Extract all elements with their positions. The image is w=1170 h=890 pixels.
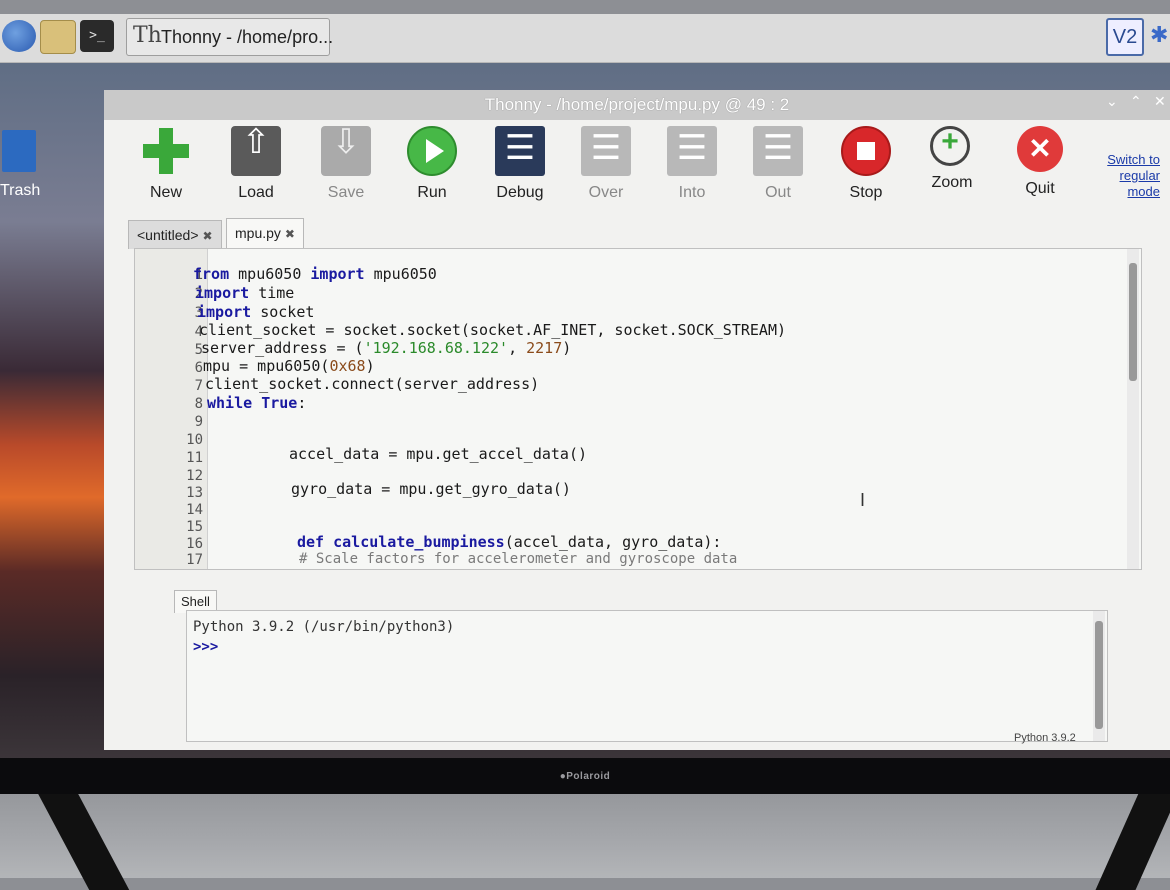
- quit-icon: [1017, 126, 1063, 172]
- trash-icon[interactable]: [2, 130, 36, 172]
- load-label: Load: [238, 184, 274, 201]
- run-icon: [407, 126, 457, 176]
- window-titlebar[interactable]: Thonny - /home/project/mpu.py @ 49 : 2 ⌄…: [104, 90, 1170, 120]
- thonny-window: Thonny - /home/project/mpu.py @ 49 : 2 ⌄…: [104, 90, 1170, 750]
- tab-mpu-py[interactable]: mpu.py ✖: [226, 218, 304, 249]
- tab-label: mpu.py: [235, 225, 281, 241]
- editor-scrollbar[interactable]: [1127, 249, 1139, 569]
- minimize-button[interactable]: ⌄: [1106, 93, 1118, 110]
- maximize-button[interactable]: ⌃: [1130, 93, 1142, 110]
- bluetooth-icon[interactable]: ✱: [1150, 22, 1168, 48]
- debug-icon: [495, 126, 545, 176]
- new-icon: [141, 126, 191, 176]
- thonny-icon: Th: [133, 23, 162, 48]
- code-line-18: # Scale factors for accelerometer and gy…: [299, 551, 738, 567]
- run-button[interactable]: Run: [396, 126, 468, 212]
- code-line-5: server_address = ('192.168.68.122', 2217…: [201, 339, 572, 357]
- status-backend: Python 3.9.2: [1014, 732, 1076, 744]
- shell-prompt[interactable]: >>>: [193, 639, 218, 655]
- step-over-button[interactable]: Over: [570, 126, 642, 212]
- switch-mode-link[interactable]: Switch to regular mode: [1094, 152, 1160, 200]
- new-button[interactable]: New: [130, 126, 202, 212]
- save-label: Save: [327, 184, 365, 201]
- debug-label: Debug: [496, 184, 544, 201]
- line-number: 6: [194, 360, 203, 376]
- close-tab-icon[interactable]: ✖: [203, 229, 213, 243]
- shell-scrollbar-thumb[interactable]: [1095, 621, 1103, 729]
- close-tab-icon[interactable]: ✖: [285, 227, 295, 241]
- code-line-4: client_socket = socket.socket(socket.AF_…: [199, 321, 786, 339]
- shell-panel[interactable]: Python 3.9.2 (/usr/bin/python3) >>>: [186, 610, 1108, 742]
- line-number: 4: [194, 324, 203, 340]
- quit-label: Quit: [1025, 180, 1055, 197]
- line-number: 3: [194, 305, 203, 321]
- code-line-2: import time: [195, 284, 295, 302]
- code-line-17: def calculate_bumpiness(accel_data, gyro…: [297, 533, 722, 551]
- browser-icon[interactable]: [2, 20, 36, 52]
- line-number: 2: [194, 286, 203, 302]
- taskbar: >_ Th Thonny - /home/pro... V2 ✱: [0, 14, 1170, 63]
- editor-scrollbar-thumb[interactable]: [1129, 263, 1137, 381]
- shell-version-line: Python 3.9.2 (/usr/bin/python3): [193, 619, 455, 635]
- save-icon: [321, 122, 371, 176]
- line-number: 9: [194, 414, 203, 430]
- toolbar: New Load Save Run Debug Over Into Out: [104, 120, 1170, 216]
- code-line-3: import socket: [197, 303, 315, 321]
- line-number: 13: [186, 485, 203, 501]
- load-button[interactable]: Load: [220, 122, 292, 212]
- tab-label: <untitled>: [137, 227, 199, 243]
- stop-icon: [841, 126, 891, 176]
- trash-label: Trash: [0, 182, 41, 199]
- text-cursor-icon: I: [860, 490, 866, 510]
- line-number: 12: [186, 468, 203, 484]
- close-button[interactable]: ✕: [1154, 93, 1166, 110]
- load-icon: [231, 122, 281, 176]
- step-over-icon: [581, 126, 631, 176]
- zoom-label: Zoom: [931, 174, 973, 191]
- step-into-label: Into: [678, 184, 706, 201]
- vnc-icon[interactable]: V2: [1106, 18, 1144, 56]
- taskbar-task-label: Thonny - /home/pro...: [161, 27, 334, 47]
- shell-scrollbar[interactable]: [1093, 611, 1105, 741]
- stop-label: Stop: [849, 184, 883, 201]
- line-number: 10: [186, 432, 203, 448]
- code-line-13: gyro_data = mpu.get_gyro_data(): [291, 480, 571, 498]
- line-number: 5: [194, 342, 203, 358]
- new-label: New: [149, 184, 182, 201]
- quit-button[interactable]: Quit: [1004, 126, 1076, 212]
- taskbar-thonny-task[interactable]: Th Thonny - /home/pro...: [126, 18, 334, 56]
- run-label: Run: [417, 184, 447, 201]
- code-line-8: while True:: [207, 394, 307, 412]
- line-number: 16: [186, 536, 203, 552]
- code-line-7: client_socket.connect(server_address): [205, 375, 540, 393]
- line-number: 11: [186, 450, 203, 466]
- code-editor[interactable]: 1 2 3 4 5 6 7 8 9 10 11 12 13 14 15 16 1…: [134, 248, 1142, 570]
- line-number: 14: [186, 502, 203, 518]
- code-line-1: from mpu6050 import mpu6050: [193, 265, 437, 283]
- zoom-icon: [930, 125, 970, 166]
- debug-button[interactable]: Debug: [484, 126, 556, 212]
- step-out-icon: [753, 126, 803, 176]
- monitor-brand: ●Polaroid: [559, 771, 611, 782]
- step-into-button[interactable]: Into: [656, 126, 728, 212]
- step-into-icon: [667, 126, 717, 176]
- step-over-label: Over: [588, 184, 624, 201]
- line-number: 7: [194, 378, 203, 394]
- step-out-label: Out: [765, 184, 791, 201]
- stop-button[interactable]: Stop: [830, 126, 902, 212]
- file-manager-icon[interactable]: [40, 20, 76, 54]
- zoom-button[interactable]: Zoom: [916, 125, 988, 212]
- line-number: 15: [186, 519, 203, 535]
- line-number: 17: [186, 552, 203, 568]
- tab-untitled[interactable]: <untitled> ✖: [128, 220, 222, 249]
- step-out-button[interactable]: Out: [742, 126, 814, 212]
- code-line-11: accel_data = mpu.get_accel_data(): [289, 445, 588, 463]
- terminal-icon[interactable]: >_: [80, 20, 114, 52]
- window-title: Thonny - /home/project/mpu.py @ 49 : 2: [484, 95, 790, 114]
- save-button[interactable]: Save: [310, 122, 382, 212]
- code-line-6: mpu = mpu6050(0x68): [203, 357, 375, 375]
- line-number: 8: [194, 396, 203, 412]
